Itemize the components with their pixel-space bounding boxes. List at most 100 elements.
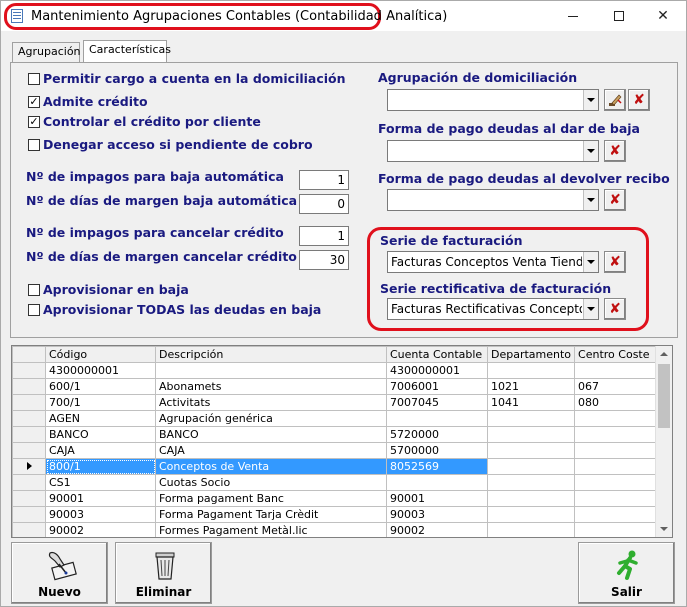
cell-centro-coste[interactable] xyxy=(574,442,666,459)
cell-centro-coste[interactable] xyxy=(574,458,666,475)
cell-codigo[interactable]: 800/1 xyxy=(45,458,156,475)
cell-codigo[interactable]: 600/1 xyxy=(45,378,156,395)
clear-serie-facturacion-button[interactable]: ✘ xyxy=(604,251,626,273)
row-selector[interactable] xyxy=(12,522,46,537)
cell-centro-coste[interactable]: 067 xyxy=(574,378,666,395)
cell-descripcion[interactable]: Conceptos de Venta xyxy=(155,458,387,475)
forma-pago-devolver-select[interactable] xyxy=(387,189,599,211)
dropdown-arrow-icon[interactable] xyxy=(583,190,598,210)
cell-codigo[interactable]: BANCO xyxy=(45,426,156,443)
row-selector[interactable] xyxy=(12,378,46,395)
checkbox-aprovisionar-todas-label[interactable]: Aprovisionar TODAS las deudas en baja xyxy=(43,302,321,317)
cell-cuenta[interactable]: 90002 xyxy=(386,522,488,537)
tab-agrupacion[interactable]: Agrupación xyxy=(12,42,81,62)
dropdown-arrow-icon[interactable] xyxy=(583,252,598,272)
scroll-down-icon[interactable] xyxy=(656,521,672,537)
checkbox-controlar-credito[interactable]: ✓ xyxy=(28,116,40,128)
table-row[interactable]: 90002 Formes Pagament Metàl.lic 90002 xyxy=(12,522,666,537)
checkbox-permitir-cargo-label[interactable]: Permitir cargo a cuenta en la domiciliac… xyxy=(43,71,346,86)
cell-descripcion[interactable]: Formes Pagament Metàl.lic xyxy=(155,522,387,537)
cell-departamento[interactable] xyxy=(486,490,576,507)
row-selector[interactable] xyxy=(12,426,46,443)
row-selector[interactable] xyxy=(12,474,46,491)
checkbox-permitir-cargo[interactable] xyxy=(28,73,40,85)
checkbox-admite-credito[interactable]: ✓ xyxy=(28,96,40,108)
cell-cuenta[interactable]: 5700000 xyxy=(386,442,488,459)
checkbox-aprovisionar-baja[interactable] xyxy=(28,284,40,296)
cell-centro-coste[interactable] xyxy=(574,410,666,427)
row-selector[interactable] xyxy=(12,506,46,523)
cell-departamento[interactable]: 1021 xyxy=(486,378,576,395)
cell-centro-coste[interactable] xyxy=(574,362,666,379)
minimize-button[interactable] xyxy=(550,1,596,31)
checkbox-controlar-credito-label[interactable]: Controlar el crédito por cliente xyxy=(43,114,261,129)
cell-descripcion[interactable]: Abonamets xyxy=(155,378,387,395)
agrupaciones-grid[interactable]: Código Descripción Cuenta Contable Depar… xyxy=(11,345,673,538)
cell-cuenta[interactable]: 7007045 xyxy=(386,394,488,411)
cell-departamento[interactable]: 1041 xyxy=(486,394,576,411)
impagos-baja-input[interactable]: 1 xyxy=(299,170,349,190)
cell-codigo[interactable]: 90003 xyxy=(45,506,156,523)
column-header-codigo[interactable]: Código xyxy=(45,346,156,363)
checkbox-aprovisionar-baja-label[interactable]: Aprovisionar en baja xyxy=(43,282,189,297)
clear-forma-pago-baja-button[interactable]: ✘ xyxy=(604,140,626,162)
cell-codigo[interactable]: 90002 xyxy=(45,522,156,537)
cell-centro-coste[interactable] xyxy=(574,474,666,491)
table-row[interactable]: 600/1 Abonamets 7006001 1021 067 xyxy=(12,378,666,395)
agrupacion-domiciliacion-select[interactable] xyxy=(387,89,599,111)
cell-departamento[interactable] xyxy=(486,426,576,443)
grid-vertical-scrollbar[interactable] xyxy=(655,346,672,537)
table-row[interactable]: CS1 Cuotas Socio xyxy=(12,474,666,491)
cell-codigo[interactable]: 90001 xyxy=(45,490,156,507)
cell-descripcion[interactable]: Forma Pagament Tarja Crèdit xyxy=(155,506,387,523)
serie-facturacion-select[interactable]: Facturas Conceptos Venta Tiend xyxy=(387,251,599,273)
table-row[interactable]: 90001 Forma pagament Banc 90001 xyxy=(12,490,666,507)
scroll-thumb[interactable] xyxy=(658,364,670,428)
cell-centro-coste[interactable] xyxy=(574,426,666,443)
table-row-selected[interactable]: 800/1 Conceptos de Venta 8052569 xyxy=(12,458,666,475)
table-row[interactable]: AGEN Agrupación genérica xyxy=(12,410,666,427)
forma-pago-baja-select[interactable] xyxy=(387,140,599,162)
column-header-centro-coste[interactable]: Centro Coste xyxy=(574,346,666,363)
cell-cuenta[interactable]: 5720000 xyxy=(386,426,488,443)
cell-descripcion[interactable]: Agrupación genérica xyxy=(155,410,387,427)
dropdown-arrow-icon[interactable] xyxy=(583,299,598,319)
cell-cuenta[interactable]: 4300000001 xyxy=(386,362,488,379)
cell-cuenta[interactable]: 7006001 xyxy=(386,378,488,395)
cell-centro-coste[interactable] xyxy=(574,506,666,523)
cell-cuenta[interactable]: 90003 xyxy=(386,506,488,523)
cell-departamento[interactable] xyxy=(486,362,576,379)
table-row[interactable]: 4300000001 4300000001 xyxy=(12,362,666,379)
cell-departamento[interactable] xyxy=(486,458,576,475)
impagos-cancelar-input[interactable]: 1 xyxy=(299,226,349,246)
tab-caracteristicas[interactable]: Características xyxy=(83,40,171,63)
checkbox-aprovisionar-todas[interactable] xyxy=(28,304,40,316)
clear-forma-pago-devolver-button[interactable]: ✘ xyxy=(604,189,626,211)
eliminar-button[interactable]: Eliminar xyxy=(115,542,212,604)
cell-descripcion[interactable]: BANCO xyxy=(155,426,387,443)
cell-codigo[interactable]: CAJA xyxy=(45,442,156,459)
cell-cuenta[interactable] xyxy=(386,474,488,491)
cell-descripcion[interactable]: Cuotas Socio xyxy=(155,474,387,491)
cell-centro-coste[interactable]: 080 xyxy=(574,394,666,411)
cell-centro-coste[interactable] xyxy=(574,490,666,507)
table-row[interactable]: 90003 Forma Pagament Tarja Crèdit 90003 xyxy=(12,506,666,523)
checkbox-admite-credito-label[interactable]: Admite crédito xyxy=(43,94,148,109)
table-row[interactable]: CAJA CAJA 5700000 xyxy=(12,442,666,459)
cell-cuenta[interactable]: 90001 xyxy=(386,490,488,507)
table-row[interactable]: 700/1 Activitats 7007045 1041 080 xyxy=(12,394,666,411)
cell-departamento[interactable] xyxy=(486,506,576,523)
close-button[interactable]: ✕ xyxy=(640,1,686,31)
cell-codigo[interactable]: 4300000001 xyxy=(45,362,156,379)
table-row[interactable]: BANCO BANCO 5720000 xyxy=(12,426,666,443)
dropdown-arrow-icon[interactable] xyxy=(583,90,598,110)
cell-departamento[interactable] xyxy=(486,410,576,427)
maximize-button[interactable] xyxy=(596,1,642,31)
salir-button[interactable]: Salir xyxy=(578,542,675,604)
nuevo-button[interactable]: Nuevo xyxy=(11,542,108,604)
row-selector[interactable] xyxy=(12,458,46,475)
serie-rectificativa-select[interactable]: Facturas Rectificativas Concepto xyxy=(387,298,599,320)
cell-departamento[interactable] xyxy=(486,474,576,491)
clear-domiciliacion-button[interactable]: ✘ xyxy=(628,89,650,111)
edit-domiciliacion-button[interactable] xyxy=(604,89,626,111)
